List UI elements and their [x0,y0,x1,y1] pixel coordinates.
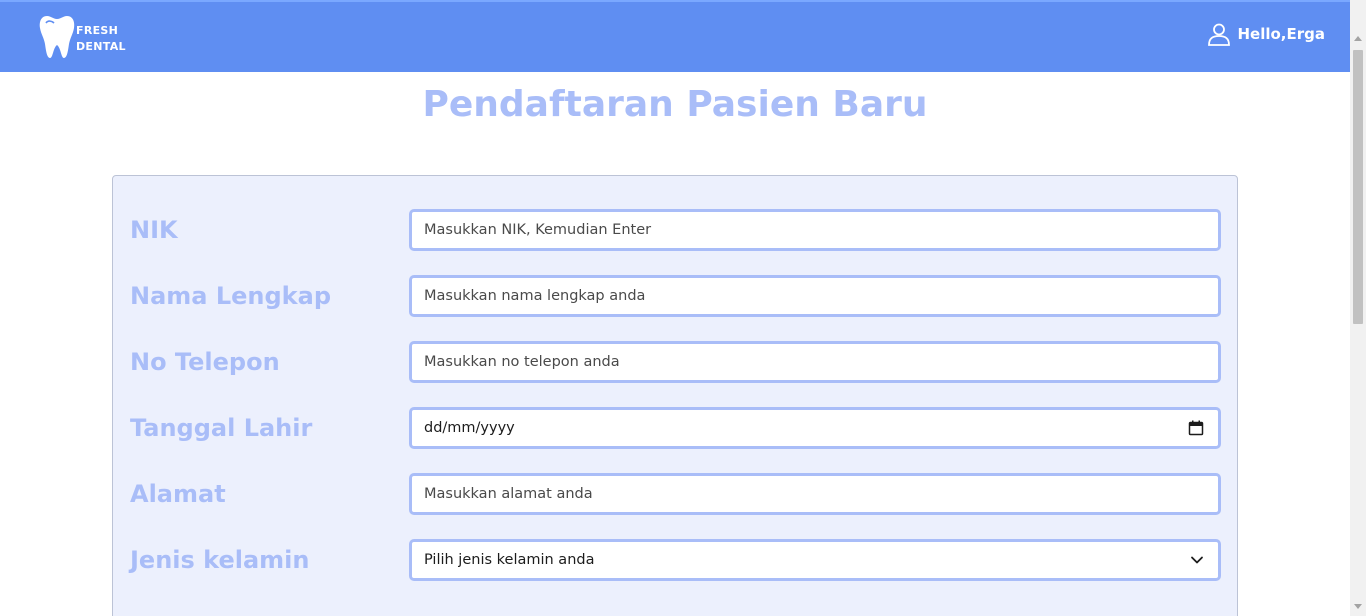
kelamin-selected: Pilih jenis kelamin anda [424,552,595,568]
telepon-label: No Telepon [130,348,280,376]
chevron-down-icon [1191,556,1203,564]
user-greeting: Hello,Erga [1237,25,1325,43]
kelamin-select[interactable]: Pilih jenis kelamin anda [409,539,1221,581]
alamat-label: Alamat [130,480,226,508]
brand-logo[interactable]: FRESH DENTAL [38,14,138,64]
brand-name: FRESH DENTAL [76,23,126,55]
scroll-down-arrow[interactable] [1354,604,1362,609]
brand-line-2: DENTAL [76,40,126,53]
nama-label: Nama Lengkap [130,282,332,310]
telepon-row: No Telepon Masukkan no telepon anda [113,341,1239,383]
scroll-up-arrow[interactable] [1354,36,1362,41]
tanggal-row: Tanggal Lahir dd/mm/yyyy [113,407,1239,449]
tanggal-value: dd/mm/yyyy [424,420,515,436]
nik-label: NIK [130,216,178,244]
page-title: Pendaftaran Pasien Baru [422,84,928,125]
top-navbar: FRESH DENTAL Hello,Erga [0,0,1350,72]
tanggal-input[interactable]: dd/mm/yyyy [409,407,1221,449]
vertical-scrollbar[interactable] [1350,0,1366,616]
kelamin-label: Jenis kelamin [130,546,310,574]
brand-line-1: FRESH [76,24,119,37]
tooth-icon [39,16,75,58]
nik-input[interactable]: Masukkan NIK, Kemudian Enter [409,209,1221,251]
scroll-thumb[interactable] [1353,50,1363,324]
tanggal-label: Tanggal Lahir [130,414,313,442]
registration-form: NIK Masukkan NIK, Kemudian Enter Nama Le… [112,175,1238,616]
telepon-input[interactable]: Masukkan no telepon anda [409,341,1221,383]
user-menu[interactable]: Hello,Erga [1207,20,1325,48]
nik-row: NIK Masukkan NIK, Kemudian Enter [113,209,1239,251]
nama-input[interactable]: Masukkan nama lengkap anda [409,275,1221,317]
kelamin-row: Jenis kelamin Pilih jenis kelamin anda [113,539,1239,581]
alamat-row: Alamat Masukkan alamat anda [113,473,1239,515]
user-icon [1208,23,1231,46]
nama-row: Nama Lengkap Masukkan nama lengkap anda [113,275,1239,317]
calendar-icon[interactable] [1188,420,1204,436]
alamat-input[interactable]: Masukkan alamat anda [409,473,1221,515]
